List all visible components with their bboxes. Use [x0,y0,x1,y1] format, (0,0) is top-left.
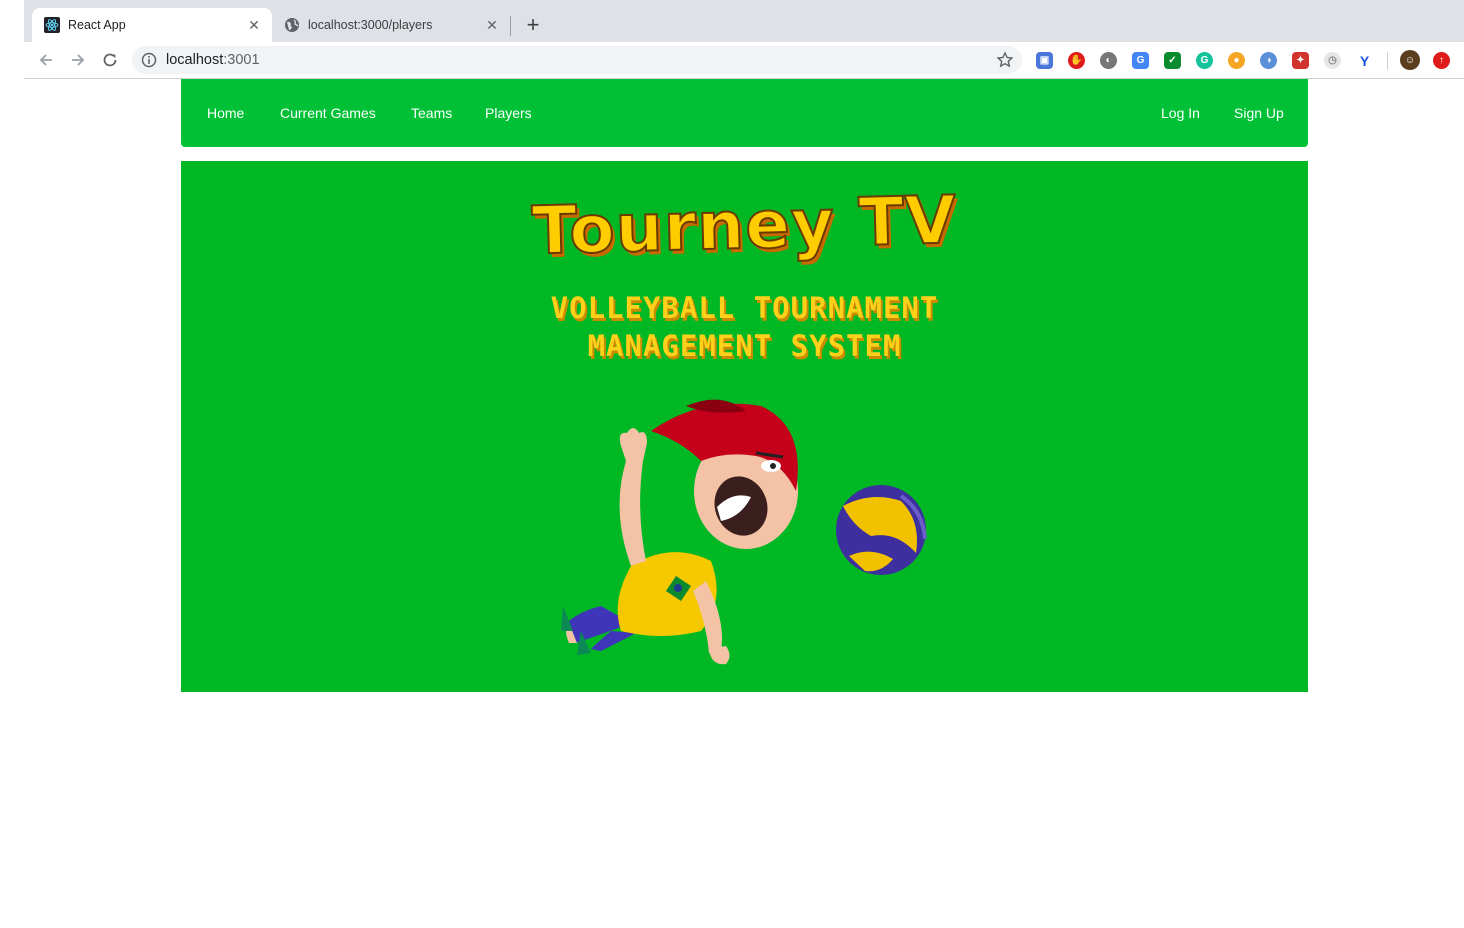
browser-toolbar: localhost:3001 ▣ ✋ ◐ G ✓ G ● ◑ ✦ ◷ Y ☺ ↑ [0,42,1464,79]
update-icon[interactable]: ↑ [1433,52,1450,69]
cookie-icon[interactable]: ● [1228,52,1245,69]
tab-separator [510,16,511,36]
window-edge [0,0,24,42]
close-tab-icon[interactable]: ✕ [484,17,500,33]
volleyball-player-illustration [561,399,927,665]
puzzle-icon[interactable]: ✦ [1292,52,1309,69]
arrow-right-icon [72,54,85,66]
close-tab-icon[interactable]: ✕ [246,17,262,33]
hero-banner: Tourney TV VOLLEYBALL TOURNAMENT MANAGEM… [181,161,1308,692]
window-edge [0,42,24,79]
forward-button[interactable] [68,50,88,70]
tab-title: React App [68,18,126,32]
avatar[interactable]: ☺ [1400,50,1420,70]
app-navbar: Home Current Games Teams Players Log In … [181,79,1308,147]
adblock-icon[interactable]: ✋ [1068,52,1085,69]
globe-icon [285,18,299,32]
tab-players[interactable]: localhost:3000/players ✕ [272,8,510,42]
react-icon [44,17,60,33]
tab-title: localhost:3000/players [308,18,433,32]
vue-icon[interactable]: Y [1356,52,1373,69]
camera-icon[interactable]: ▣ [1036,52,1053,69]
clock-icon[interactable]: ◷ [1324,52,1341,69]
bookmark-star-icon[interactable] [996,51,1014,69]
new-tab-button[interactable]: + [522,12,544,37]
player-figure [561,399,798,665]
reload-icon [103,53,117,67]
tab-react-app[interactable]: React App ✕ [32,8,272,42]
grayscale-icon[interactable]: ◐ [1100,52,1117,69]
url-port: :3001 [223,52,260,68]
back-button[interactable] [36,50,56,70]
nav-teams[interactable]: Teams [411,105,452,121]
grammarly-icon[interactable]: G [1196,52,1213,69]
check-icon[interactable]: ✓ [1164,52,1181,69]
nav-players[interactable]: Players [485,105,532,121]
nav-log-in[interactable]: Log In [1161,105,1200,121]
nav-home[interactable]: Home [207,105,244,121]
address-bar[interactable]: localhost:3001 [132,46,1022,74]
volleyball-icon [836,485,927,575]
toolbar-separator [1387,52,1388,70]
proxy-icon[interactable]: ◑ [1260,52,1277,69]
nav-sign-up[interactable]: Sign Up [1234,105,1284,121]
url-host: localhost [166,52,224,68]
translate-icon[interactable]: G [1132,52,1149,69]
nav-current-games[interactable]: Current Games [280,105,376,121]
reload-button[interactable] [100,50,120,70]
browser-tab-strip: React App ✕ localhost:3000/players ✕ + [0,0,1464,42]
info-icon[interactable] [140,51,158,69]
arrow-left-icon [39,54,52,66]
